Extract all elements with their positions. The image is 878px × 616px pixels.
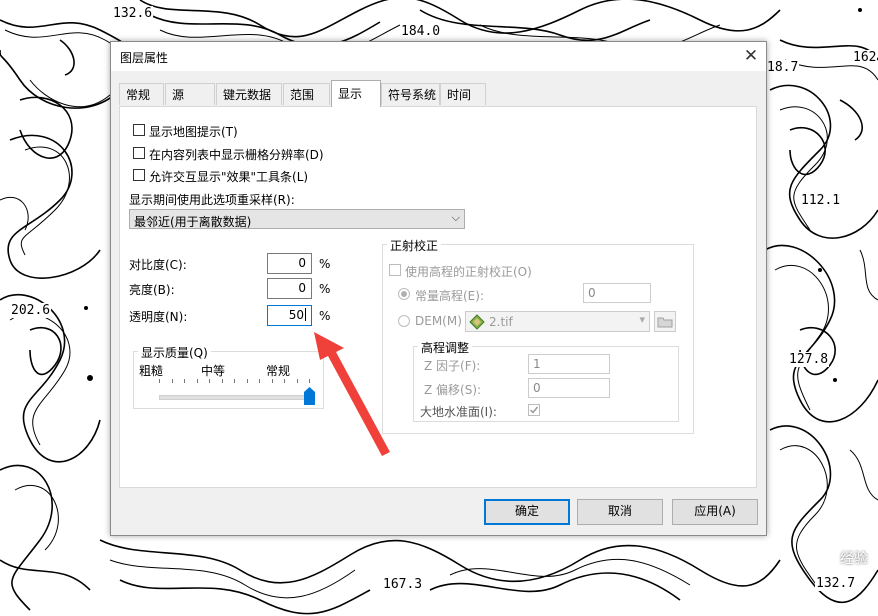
tab-key-metadata[interactable]: 键元数据 (216, 83, 282, 105)
slider-tick (184, 379, 185, 383)
contrast-value: 0 (298, 256, 306, 270)
constant-elevation-label: 常量高程(E): (415, 289, 484, 303)
browse-folder-icon[interactable] (654, 311, 676, 332)
quality-slider-track[interactable] (159, 395, 311, 400)
use-elevation-label: 使用高程的正射校正(O) (405, 265, 532, 279)
close-icon[interactable]: ✕ (736, 42, 766, 71)
slider-tick (209, 379, 210, 383)
ok-button[interactable]: 确定 (484, 499, 570, 525)
map-label: 167.3 (382, 577, 424, 592)
dem-value: 2.tif (489, 315, 513, 329)
tab-time[interactable]: 时间 (440, 83, 486, 105)
z-factor-input[interactable]: 1 (528, 354, 610, 374)
dialog-title: 图层属性 (120, 51, 169, 65)
transparency-value: 50 (288, 308, 304, 322)
dem-label: DEM(M) (415, 314, 462, 328)
slider-tick (259, 379, 260, 383)
slider-tick (171, 379, 173, 383)
map-label: 132.7 (815, 576, 857, 591)
geoid-checkbox[interactable] (528, 404, 540, 416)
apply-button[interactable]: 应用(A) (672, 499, 758, 525)
constant-elevation-radio[interactable] (398, 288, 410, 300)
slider-tick (159, 379, 160, 383)
quality-slider-thumb[interactable] (304, 387, 315, 405)
cancel-button[interactable]: 取消 (577, 499, 663, 525)
geoid-label: 大地水准面(I): (420, 405, 497, 419)
slider-tick (234, 379, 235, 383)
display-quality-group: 显示质量(Q) 粗糙 中等 常规 (133, 344, 324, 409)
z-offset-value: 0 (533, 381, 541, 395)
resample-label: 显示期间使用此选项重采样(R): (129, 193, 295, 207)
slider-tick (246, 379, 248, 383)
quality-slider-ticks (159, 379, 310, 383)
slider-tick (309, 379, 310, 383)
tab-general[interactable]: 常规 (119, 83, 164, 105)
show-resolution-checkbox[interactable] (133, 147, 145, 159)
slider-tick (296, 379, 298, 383)
map-label: 162 (852, 50, 878, 65)
z-offset-label: Z 偏移(S): (424, 383, 482, 397)
brightness-value: 0 (298, 281, 306, 295)
text-caret (305, 308, 306, 321)
slider-tick (221, 379, 223, 383)
dem-radio[interactable] (398, 315, 410, 327)
z-factor-label: Z 因子(F): (424, 359, 481, 373)
dialog-titlebar[interactable]: 图层属性 ✕ (111, 42, 766, 71)
chevron-down-icon: ⌵ (451, 211, 460, 224)
brightness-percent: % (319, 282, 331, 296)
watermark-text: 经验 (840, 551, 868, 567)
z-factor-value: 1 (533, 357, 541, 371)
slider-tick (284, 379, 285, 383)
orthorectification-group: 正射校正 使用高程的正射校正(O) 常量高程(E): 0 DEM(M) 2.ti… (382, 237, 694, 434)
allow-effects-toolbar-label: 允许交互显示"效果"工具条(L) (149, 170, 309, 184)
constant-elevation-value: 0 (588, 286, 596, 300)
transparency-label: 透明度(N): (129, 310, 188, 324)
brightness-input[interactable]: 0 (267, 278, 312, 299)
transparency-percent: % (319, 309, 331, 323)
map-label: 127.8 (788, 352, 830, 367)
show-map-tips-checkbox[interactable] (133, 124, 145, 136)
elevation-adjust-group: 高程调整 Z 因子(F): 1 Z 偏移(S): 0 大地水准面(I): (413, 339, 679, 422)
resample-select[interactable]: 最邻近(用于离散数据) ⌵ (129, 209, 465, 229)
z-offset-input[interactable]: 0 (528, 378, 610, 398)
show-map-tips-label: 显示地图提示(T) (149, 125, 238, 139)
display-quality-title: 显示质量(Q) (138, 344, 211, 361)
use-elevation-checkbox[interactable] (389, 264, 401, 276)
constant-elevation-input[interactable]: 0 (583, 283, 651, 303)
resample-value: 最邻近(用于离散数据) (134, 215, 252, 229)
quality-tick-coarse: 粗糙 (139, 364, 164, 378)
slider-tick (271, 379, 273, 383)
slider-tick (196, 379, 198, 383)
transparency-input[interactable]: 50 (267, 305, 312, 326)
map-label: 112.1 (800, 193, 842, 208)
tab-symbology[interactable]: 符号系统 (381, 83, 440, 105)
map-label: 184.0 (400, 24, 442, 39)
map-label: 18.7 (766, 60, 800, 75)
map-label: 202.6 (10, 303, 52, 318)
tab-extent[interactable]: 范围 (283, 83, 330, 105)
map-label: 132.6 (112, 6, 154, 21)
allow-effects-toolbar-checkbox[interactable] (133, 169, 145, 181)
brightness-label: 亮度(B): (129, 283, 175, 297)
layer-properties-dialog: 图层属性 ✕ 常规 源 键元数据 范围 显示 符号系统 时间 显示地图提示(T)… (110, 41, 767, 536)
quality-tick-normal: 常规 (266, 364, 291, 378)
raster-icon (469, 314, 485, 333)
display-tab-panel: 显示地图提示(T) 在内容列表中显示栅格分辨率(D) 允许交互显示"效果"工具条… (119, 106, 757, 488)
tab-source[interactable]: 源 (165, 83, 215, 105)
elevation-adjust-title: 高程调整 (418, 339, 473, 356)
tab-display[interactable]: 显示 (331, 80, 381, 107)
contrast-label: 对比度(C): (129, 258, 187, 272)
contrast-percent: % (319, 257, 331, 271)
contrast-input[interactable]: 0 (267, 253, 312, 274)
quality-tick-medium: 中等 (201, 364, 226, 378)
show-resolution-label: 在内容列表中显示栅格分辨率(D) (149, 148, 324, 162)
dem-select[interactable]: 2.tif ▾ (465, 311, 650, 332)
chevron-down-icon: ▾ (639, 313, 645, 326)
orthorectification-title: 正射校正 (387, 237, 442, 254)
